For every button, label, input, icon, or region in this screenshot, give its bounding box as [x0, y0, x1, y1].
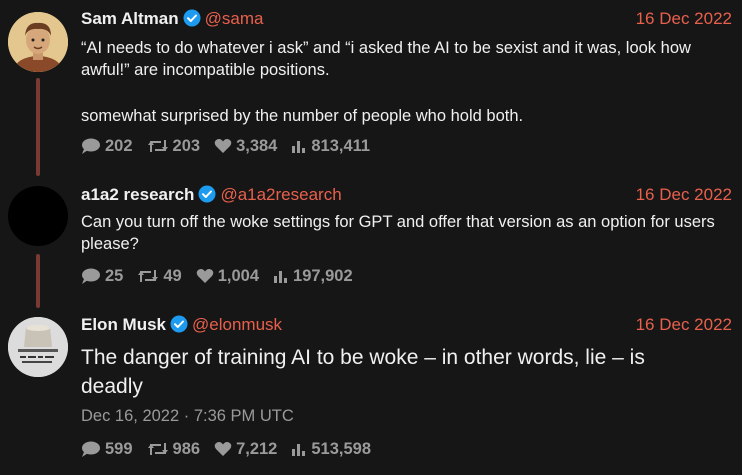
- author-name[interactable]: Sam Altman: [81, 9, 179, 28]
- tweet-text: Can you turn off the woke settings for G…: [81, 213, 715, 253]
- retweet-count[interactable]: 986: [147, 440, 200, 459]
- reply-count[interactable]: 202: [81, 137, 133, 156]
- view-count[interactable]: 813,411: [291, 137, 370, 156]
- verified-badge-icon: [183, 9, 201, 32]
- retweet-icon: [147, 140, 168, 152]
- views-icon: [274, 271, 288, 283]
- like-count[interactable]: 3,384: [214, 137, 277, 156]
- like-icon: [214, 139, 232, 153]
- author-name[interactable]: a1a2 research: [81, 185, 194, 204]
- tweet-date[interactable]: 16 Dec 2022: [636, 315, 732, 335]
- thread-line: [36, 78, 40, 176]
- like-icon: [196, 269, 214, 283]
- author-name[interactable]: Elon Musk: [81, 315, 166, 334]
- like-count[interactable]: 1,004: [196, 267, 259, 286]
- view-count[interactable]: 197,902: [273, 267, 353, 286]
- tweet-text: somewhat surprised by the number of peop…: [81, 107, 524, 125]
- author-handle[interactable]: @a1a2research: [220, 185, 341, 204]
- retweet-count[interactable]: 203: [147, 137, 200, 156]
- tweet-date[interactable]: 16 Dec 2022: [636, 185, 732, 205]
- avatar[interactable]: [8, 12, 68, 72]
- avatar-image: [8, 317, 68, 377]
- avatar[interactable]: [8, 317, 68, 377]
- reply-count[interactable]: 25: [81, 267, 123, 286]
- views-icon: [292, 141, 306, 153]
- verified-badge-icon: [198, 185, 216, 208]
- views-icon: [292, 444, 306, 456]
- tweet-stats: 25 49 1,004 197,902: [81, 265, 367, 287]
- reply-icon: [82, 441, 100, 457]
- retweet-icon: [147, 443, 168, 455]
- verified-badge-icon: [170, 315, 188, 338]
- author-handle[interactable]: @elonmusk: [192, 315, 282, 334]
- retweet-count[interactable]: 49: [137, 267, 182, 286]
- avatar-image: [8, 12, 68, 72]
- reply-icon: [82, 268, 100, 284]
- thread-line: [36, 254, 40, 308]
- reply-count[interactable]: 599: [81, 440, 133, 459]
- author-handle[interactable]: @sama: [205, 9, 264, 28]
- tweet-text: “AI needs to do whatever i ask” and “i a…: [81, 39, 691, 79]
- tweet-stats: 202 203 3,384 813,411: [81, 135, 384, 157]
- tweet-timestamp[interactable]: Dec 16, 2022 · 7:36 PM UTC: [81, 407, 294, 426]
- like-count[interactable]: 7,212: [214, 440, 277, 459]
- view-count[interactable]: 513,598: [291, 440, 371, 459]
- tweet-date[interactable]: 16 Dec 2022: [636, 9, 732, 29]
- avatar[interactable]: [8, 186, 68, 246]
- retweet-icon: [138, 270, 159, 282]
- like-icon: [214, 442, 232, 456]
- reply-icon: [82, 138, 100, 154]
- tweet-text: The danger of training AI to be woke – i…: [81, 346, 645, 398]
- tweet-stats: 599 986 7,212 513,598: [81, 438, 385, 460]
